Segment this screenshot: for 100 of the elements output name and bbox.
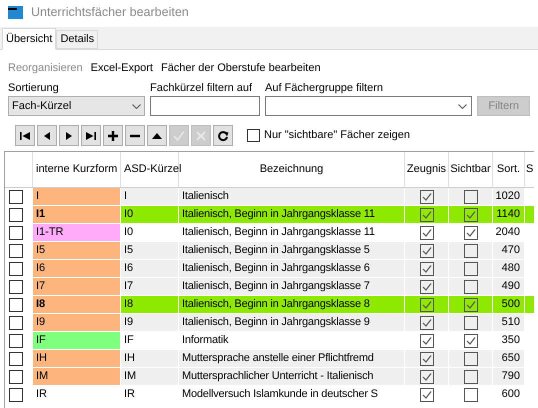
- chevron-icon: [132, 104, 141, 108]
- checkbox[interactable]: [420, 190, 434, 204]
- column-header[interactable]: ASD-Kürzel: [121, 152, 179, 187]
- plus-button[interactable]: [103, 125, 123, 146]
- sort-dropdown[interactable]: Fach-Kürzel: [8, 96, 145, 116]
- checkbox[interactable]: [9, 244, 23, 258]
- table-cell: I8: [33, 296, 121, 313]
- column-header[interactable]: Sichtbar: [449, 152, 493, 187]
- checkbox[interactable]: [464, 226, 478, 240]
- checkbox[interactable]: [420, 370, 434, 384]
- checkbox[interactable]: [9, 370, 23, 384]
- table-cell: IH: [121, 350, 179, 367]
- checkbox[interactable]: [420, 298, 434, 312]
- checkbox[interactable]: [9, 316, 23, 330]
- checkbox[interactable]: [420, 280, 434, 294]
- checkbox[interactable]: [464, 244, 478, 258]
- table-cell: Italienisch, Beginn in Jahrgangsklasse 6: [179, 260, 405, 277]
- table-cell: IF: [33, 332, 121, 349]
- last-record-icon: [85, 130, 97, 142]
- refresh-icon: [217, 130, 229, 142]
- triangle-up-button[interactable]: [147, 125, 167, 146]
- visible-only-label: Nur "sichtbare" Fächer zeigen: [264, 128, 410, 144]
- checkbox[interactable]: [9, 190, 23, 204]
- checkbox[interactable]: [9, 388, 23, 402]
- table-cell: Italienisch, Beginn in Jahrgangsklasse 7: [179, 278, 405, 295]
- table-cell: 1020: [493, 188, 525, 205]
- checkbox[interactable]: [464, 388, 478, 402]
- first-record-icon: [19, 130, 31, 142]
- table-cell: 510: [493, 314, 525, 331]
- menu-link[interactable]: Excel-Export: [90, 60, 153, 76]
- table-cell: I: [121, 188, 179, 205]
- checkbox[interactable]: [9, 226, 23, 240]
- checkbox[interactable]: [464, 370, 478, 384]
- table-cell: Italienisch: [179, 188, 405, 205]
- abbr-filter-field[interactable]: [150, 96, 260, 116]
- table-cell: 490: [493, 278, 525, 295]
- checkbox[interactable]: [420, 208, 434, 222]
- checkbox[interactable]: [464, 334, 478, 348]
- checkbox[interactable]: [464, 208, 478, 222]
- checkbox[interactable]: [464, 190, 478, 204]
- checkbox[interactable]: [420, 388, 434, 402]
- abbr-filter-label: Fachkürzel filtern auf: [150, 81, 254, 95]
- table-cell: I5: [121, 242, 179, 259]
- table-cell: I6: [121, 260, 179, 277]
- next-button[interactable]: [59, 125, 79, 146]
- checkbox[interactable]: [420, 244, 434, 258]
- check-icon: [173, 130, 185, 142]
- table-cell: 1140: [493, 206, 525, 223]
- table-cell: Italienisch, Beginn in Jahrgangsklasse 9: [179, 314, 405, 331]
- window-icon: [8, 6, 23, 18]
- column-header[interactable]: S: [525, 152, 534, 187]
- chevron-icon: [458, 104, 468, 108]
- table-cell: I1-TR: [33, 224, 121, 241]
- checkbox[interactable]: [420, 316, 434, 330]
- checkbox[interactable]: [464, 298, 478, 312]
- table-cell: I1: [33, 206, 121, 223]
- table-cell: IM: [121, 368, 179, 385]
- table-cell: I6: [33, 260, 121, 277]
- checkbox[interactable]: [420, 226, 434, 240]
- refresh-button[interactable]: [213, 125, 233, 146]
- menu-link[interactable]: Fächer der Oberstufe bearbeiten: [160, 60, 321, 76]
- tab[interactable]: Details: [56, 30, 98, 49]
- checkbox[interactable]: [9, 352, 23, 366]
- table-cell: Italienisch, Beginn in Jahrgangsklasse 11: [179, 206, 405, 223]
- table-cell: IH: [33, 350, 121, 367]
- last-record-button[interactable]: [81, 125, 101, 146]
- table-cell: I8: [121, 296, 179, 313]
- column-header[interactable]: Zeugnis: [405, 152, 449, 187]
- column-header[interactable]: interne Kurzform: [33, 152, 121, 187]
- checkbox[interactable]: [9, 334, 23, 348]
- checkbox[interactable]: [464, 352, 478, 366]
- checkbox[interactable]: [9, 262, 23, 276]
- tab[interactable]: Übersicht: [2, 28, 56, 50]
- first-record-button[interactable]: [15, 125, 35, 146]
- checkbox[interactable]: [9, 298, 23, 312]
- checkbox[interactable]: [9, 280, 23, 294]
- checkbox[interactable]: [420, 352, 434, 366]
- sort-label: Sortierung: [8, 81, 60, 95]
- checkbox[interactable]: [464, 262, 478, 276]
- table-cell: Italienisch, Beginn in Jahrgangsklasse 5: [179, 242, 405, 259]
- checkbox[interactable]: [420, 262, 434, 276]
- checkbox[interactable]: [464, 316, 478, 330]
- group-filter-dropdown[interactable]: [264, 96, 472, 116]
- checkbox[interactable]: [247, 129, 260, 142]
- column-header[interactable]: Sort.: [493, 152, 525, 187]
- table-cell: I5: [33, 242, 121, 259]
- checkbox[interactable]: [420, 334, 434, 348]
- cross-icon: [195, 130, 207, 142]
- checkbox[interactable]: [9, 208, 23, 222]
- previous-button[interactable]: [37, 125, 57, 146]
- checkbox[interactable]: [464, 280, 478, 294]
- table-cell: I9: [121, 314, 179, 331]
- table-cell: Muttersprachlicher Unterricht - Italienisch: [179, 368, 405, 385]
- window-title: Unterrichtsfächer bearbeiten: [31, 4, 189, 21]
- table-cell: Italienisch, Beginn in Jahrgangsklasse 8: [179, 296, 405, 313]
- minus-button[interactable]: [125, 125, 145, 146]
- table-cell: I0: [121, 206, 179, 223]
- table-cell: 650: [493, 350, 525, 367]
- column-header[interactable]: Bezeichnung: [179, 152, 405, 187]
- table-cell: IM: [33, 368, 121, 385]
